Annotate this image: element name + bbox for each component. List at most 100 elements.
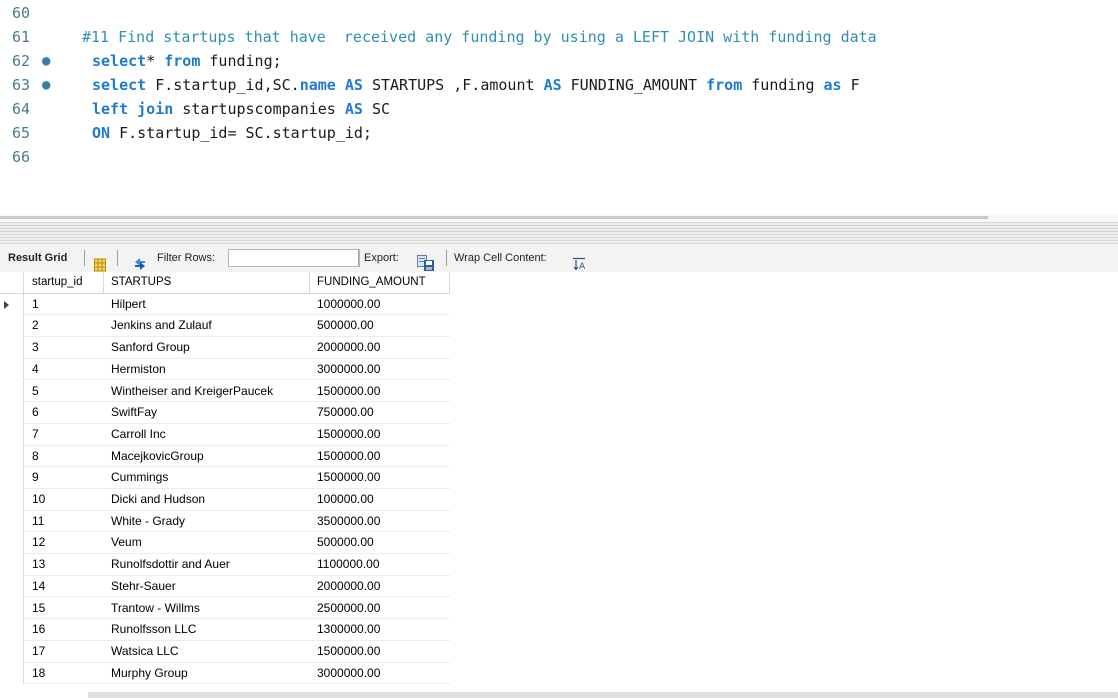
table-row[interactable]: 2 Jenkins and Zulauf 500000.00 [0,315,450,338]
cell-startups[interactable]: Hermiston [104,359,310,381]
editor-scroll-thumb[interactable] [0,216,988,219]
cell-funding-amount[interactable]: 1500000.00 [310,423,450,446]
cell-startup-id[interactable]: 4 [24,359,104,381]
cell-startup-id[interactable]: 10 [24,489,104,511]
cell-startup-id[interactable]: 1 [24,294,104,316]
code-line[interactable]: 63 ● select F.startup_id,SC.name AS STARTU… [0,73,1118,97]
row-selector[interactable] [0,532,24,555]
cell-startup-id[interactable]: 18 [24,663,104,685]
cell-startups[interactable]: Watsica LLC [104,641,310,663]
column-header-startup-id[interactable]: startup_id [24,272,104,294]
cell-startups[interactable]: Trantow - Willms [104,598,310,620]
cell-startup-id[interactable]: 16 [24,619,104,641]
cell-funding-amount[interactable]: 3500000.00 [310,510,450,533]
cell-startups[interactable]: Sanford Group [104,337,310,359]
cell-startup-id[interactable]: 15 [24,598,104,620]
table-row[interactable]: 16 Runolfsson LLC 1300000.00 [0,619,450,641]
table-row[interactable]: 14 Stehr-Sauer 2000000.00 [0,575,450,598]
cell-startup-id[interactable]: 5 [24,381,104,403]
table-row[interactable]: 9 Cummings 1500000.00 [0,467,450,489]
cell-funding-amount[interactable]: 2500000.00 [310,597,450,620]
cell-startup-id[interactable]: 13 [24,554,104,576]
pane-splitter[interactable] [0,222,1118,244]
cell-startups[interactable]: White - Grady [104,511,310,533]
cell-startup-id[interactable]: 7 [24,424,104,446]
cell-funding-amount[interactable]: 1100000.00 [310,554,450,576]
table-row[interactable]: 11 White - Grady 3500000.00 [0,510,450,533]
code-line[interactable]: 65 ON F.startup_id= SC.startup_id; [0,121,1118,145]
row-selector[interactable] [0,662,24,685]
cell-startup-id[interactable]: 9 [24,467,104,489]
cell-funding-amount[interactable]: 1500000.00 [310,640,450,663]
cell-startup-id[interactable]: 14 [24,576,104,598]
table-row[interactable]: 15 Trantow - Willms 2500000.00 [0,597,450,620]
row-selector[interactable] [0,315,24,338]
cell-funding-amount[interactable]: 100000.00 [310,489,450,511]
column-header-funding-amount[interactable]: FUNDING_AMOUNT [310,272,450,294]
grid-horizontal-scrollbar[interactable] [88,692,1118,698]
cell-funding-amount[interactable]: 750000.00 [310,402,450,424]
row-selector[interactable] [0,554,24,576]
row-selector[interactable] [0,402,24,424]
cell-startups[interactable]: Runolfsdottir and Auer [104,554,310,576]
table-row[interactable]: 1 Hilpert 1000000.00 [0,293,450,316]
cell-startup-id[interactable]: 2 [24,315,104,338]
cell-funding-amount[interactable]: 1300000.00 [310,619,450,641]
cell-funding-amount[interactable]: 500000.00 [310,315,450,338]
cell-startups[interactable]: Dicki and Hudson [104,489,310,511]
row-selector[interactable] [0,510,24,533]
table-row[interactable]: 13 Runolfsdottir and Auer 1100000.00 [0,554,450,576]
cell-funding-amount[interactable]: 1500000.00 [310,467,450,489]
cell-startups[interactable]: Veum [104,532,310,555]
table-row[interactable]: 12 Veum 500000.00 [0,532,450,555]
wrap-cell-content-icon[interactable]: A [572,250,586,278]
row-selector[interactable] [0,619,24,641]
code-line[interactable]: 61 #11 Find startups that have received a… [0,25,1118,49]
cell-funding-amount[interactable]: 3000000.00 [310,358,450,381]
table-row[interactable]: 7 Carroll Inc 1500000.00 [0,423,450,446]
editor-horizontal-scrollbar[interactable] [0,214,1118,222]
filter-rows-input[interactable] [228,249,360,267]
cell-startups[interactable]: Jenkins and Zulauf [104,315,310,338]
cell-funding-amount[interactable]: 1500000.00 [310,380,450,403]
cell-startups[interactable]: Wintheiser and KreigerPaucek [104,381,310,403]
code-line[interactable]: 66 [0,145,1118,169]
cell-startups[interactable]: Hilpert [104,294,310,316]
row-selector[interactable] [0,380,24,403]
column-header-startups[interactable]: STARTUPS [104,272,310,294]
row-selector[interactable] [0,293,24,316]
table-row[interactable]: 18 Murphy Group 3000000.00 [0,662,450,685]
row-selector[interactable] [0,467,24,489]
cell-startup-id[interactable]: 3 [24,337,104,359]
table-row[interactable]: 10 Dicki and Hudson 100000.00 [0,489,450,511]
cell-startups[interactable]: Murphy Group [104,663,310,685]
cell-startups[interactable]: Runolfsson LLC [104,619,310,641]
code-line[interactable]: 60 [0,1,1118,25]
table-row[interactable]: 5 Wintheiser and KreigerPaucek 1500000.00 [0,380,450,403]
row-selector[interactable] [0,597,24,620]
cell-startup-id[interactable]: 8 [24,446,104,468]
row-selector[interactable] [0,423,24,446]
table-row[interactable]: 6 SwiftFay 750000.00 [0,402,450,424]
table-row[interactable]: 3 Sanford Group 2000000.00 [0,337,450,359]
row-selector[interactable] [0,575,24,598]
result-grid-label[interactable]: Result Grid [8,244,67,272]
cell-startup-id[interactable]: 6 [24,402,104,424]
cell-startup-id[interactable]: 17 [24,641,104,663]
row-selector[interactable] [0,489,24,511]
cell-startup-id[interactable]: 12 [24,532,104,555]
cell-startups[interactable]: Stehr-Sauer [104,576,310,598]
row-selector[interactable] [0,445,24,468]
cell-funding-amount[interactable]: 2000000.00 [310,337,450,359]
cell-startups[interactable]: Cummings [104,467,310,489]
row-selector[interactable] [0,358,24,381]
table-row[interactable]: 17 Watsica LLC 1500000.00 [0,640,450,663]
cell-funding-amount[interactable]: 3000000.00 [310,662,450,685]
table-row[interactable]: 8 MacejkovicGroup 1500000.00 [0,445,450,468]
cell-funding-amount[interactable]: 500000.00 [310,532,450,555]
cell-startup-id[interactable]: 11 [24,511,104,533]
table-row[interactable]: 4 Hermiston 3000000.00 [0,358,450,381]
cell-funding-amount[interactable]: 1500000.00 [310,445,450,468]
cell-funding-amount[interactable]: 1000000.00 [310,293,450,316]
cell-startups[interactable]: SwiftFay [104,402,310,424]
